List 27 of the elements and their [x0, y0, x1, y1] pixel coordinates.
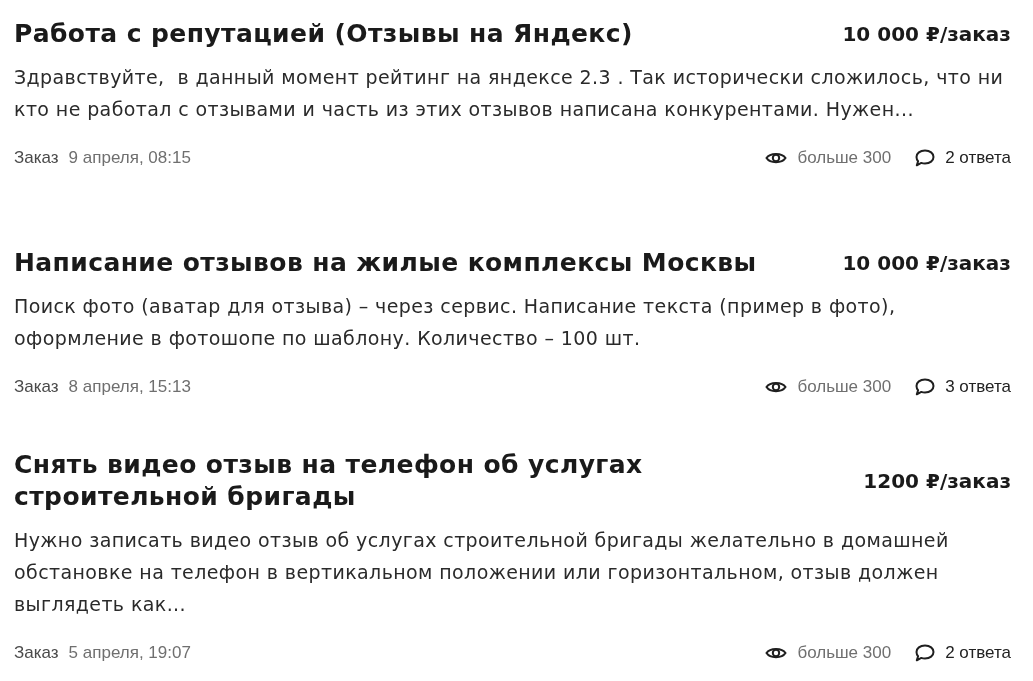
order-title-link[interactable]: Написание отзывов на жилые комплексы Москвы — [14, 247, 819, 279]
order-price: 1200 ₽/заказ — [863, 468, 1011, 495]
order-price: 10 000 ₽/заказ — [842, 21, 1011, 48]
order-label: Заказ — [14, 148, 59, 168]
order-title-link[interactable]: Снять видео отзыв на телефон об услугах строительной бригады — [14, 449, 840, 513]
views-count: больше 300 — [797, 148, 892, 168]
order-description: Здравствуйте, в данный момент рейтинг на яндексе 2.3 . Так исторически сложилось, что ни кто не работал с отзывами и часть из этих отзывов написана конкурентами. Нужен... — [14, 65, 1005, 122]
speech-bubble-icon — [915, 644, 936, 662]
order-date: 5 апреля, 19:07 — [68, 643, 191, 663]
order-date: 9 апреля, 08:15 — [68, 148, 191, 168]
speech-bubble-icon — [915, 378, 936, 396]
eye-icon — [765, 380, 788, 394]
replies-count: 2 ответа — [945, 148, 1011, 168]
eye-icon — [765, 646, 788, 660]
order-title-link[interactable]: Работа с репутацией (Отзывы на Яндекс) — [14, 18, 819, 50]
replies-count: 2 ответа — [945, 643, 1011, 663]
order-label: Заказ — [14, 643, 59, 663]
views-count: больше 300 — [797, 643, 892, 663]
eye-icon — [765, 151, 788, 165]
views-count: больше 300 — [797, 377, 892, 397]
order-description: Поиск фото (аватар для отзыва) – через сервис. Написание текста (пример в фото), оформление в фотошопе по шаблону. Количество – 100 шт. — [14, 294, 897, 351]
order-date: 8 апреля, 15:13 — [68, 377, 191, 397]
speech-bubble-icon — [915, 149, 936, 167]
order-label: Заказ — [14, 377, 59, 397]
replies-count: 3 ответа — [945, 377, 1011, 397]
order-price: 10 000 ₽/заказ — [842, 250, 1011, 277]
order-description: Нужно записать видео отзыв об услугах строительной бригады желательно в домашней обстановке на телефон в вертикальном положении или горизонтальном, отзыв должен выглядеть как... — [14, 528, 950, 617]
